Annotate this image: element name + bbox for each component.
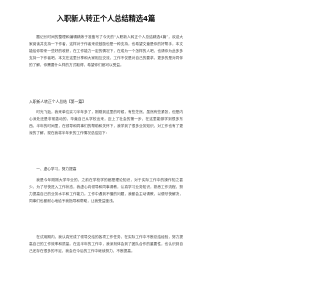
body-paragraph-2: 在试用期内，我认真完成了领导交给的各项工作任务，在实际工作中不断总结经验，努力提… xyxy=(29,235,183,254)
section-intro-paragraph: 时光飞逝，我来单位实习半年多了，刚刚到这里的时候，有些茫然，虽然有些紧张，但是内… xyxy=(29,110,183,136)
document-page: 入职新人转正个人总结精选4篇 题记长时间的整理和编辑精炼于准备写了今天的“入职新… xyxy=(0,0,210,297)
intro-paragraph: 题记长时间的整理和编辑精炼于准备写了今天的“入职新人转正个人总结精选4篇”，欢迎… xyxy=(29,35,183,68)
document-title: 入职新人转正个人总结精选4篇 xyxy=(56,14,156,23)
body-paragraph-1: 我是今年刚刚大学毕业的，之前在学校学的都是理论知识，对于实际工作中的操作知之甚少… xyxy=(29,178,183,204)
section-heading: 入职新人转正个人总结【第一篇】 xyxy=(29,99,86,104)
subsection-heading: 一、虚心学习，努力提高 xyxy=(36,167,77,171)
